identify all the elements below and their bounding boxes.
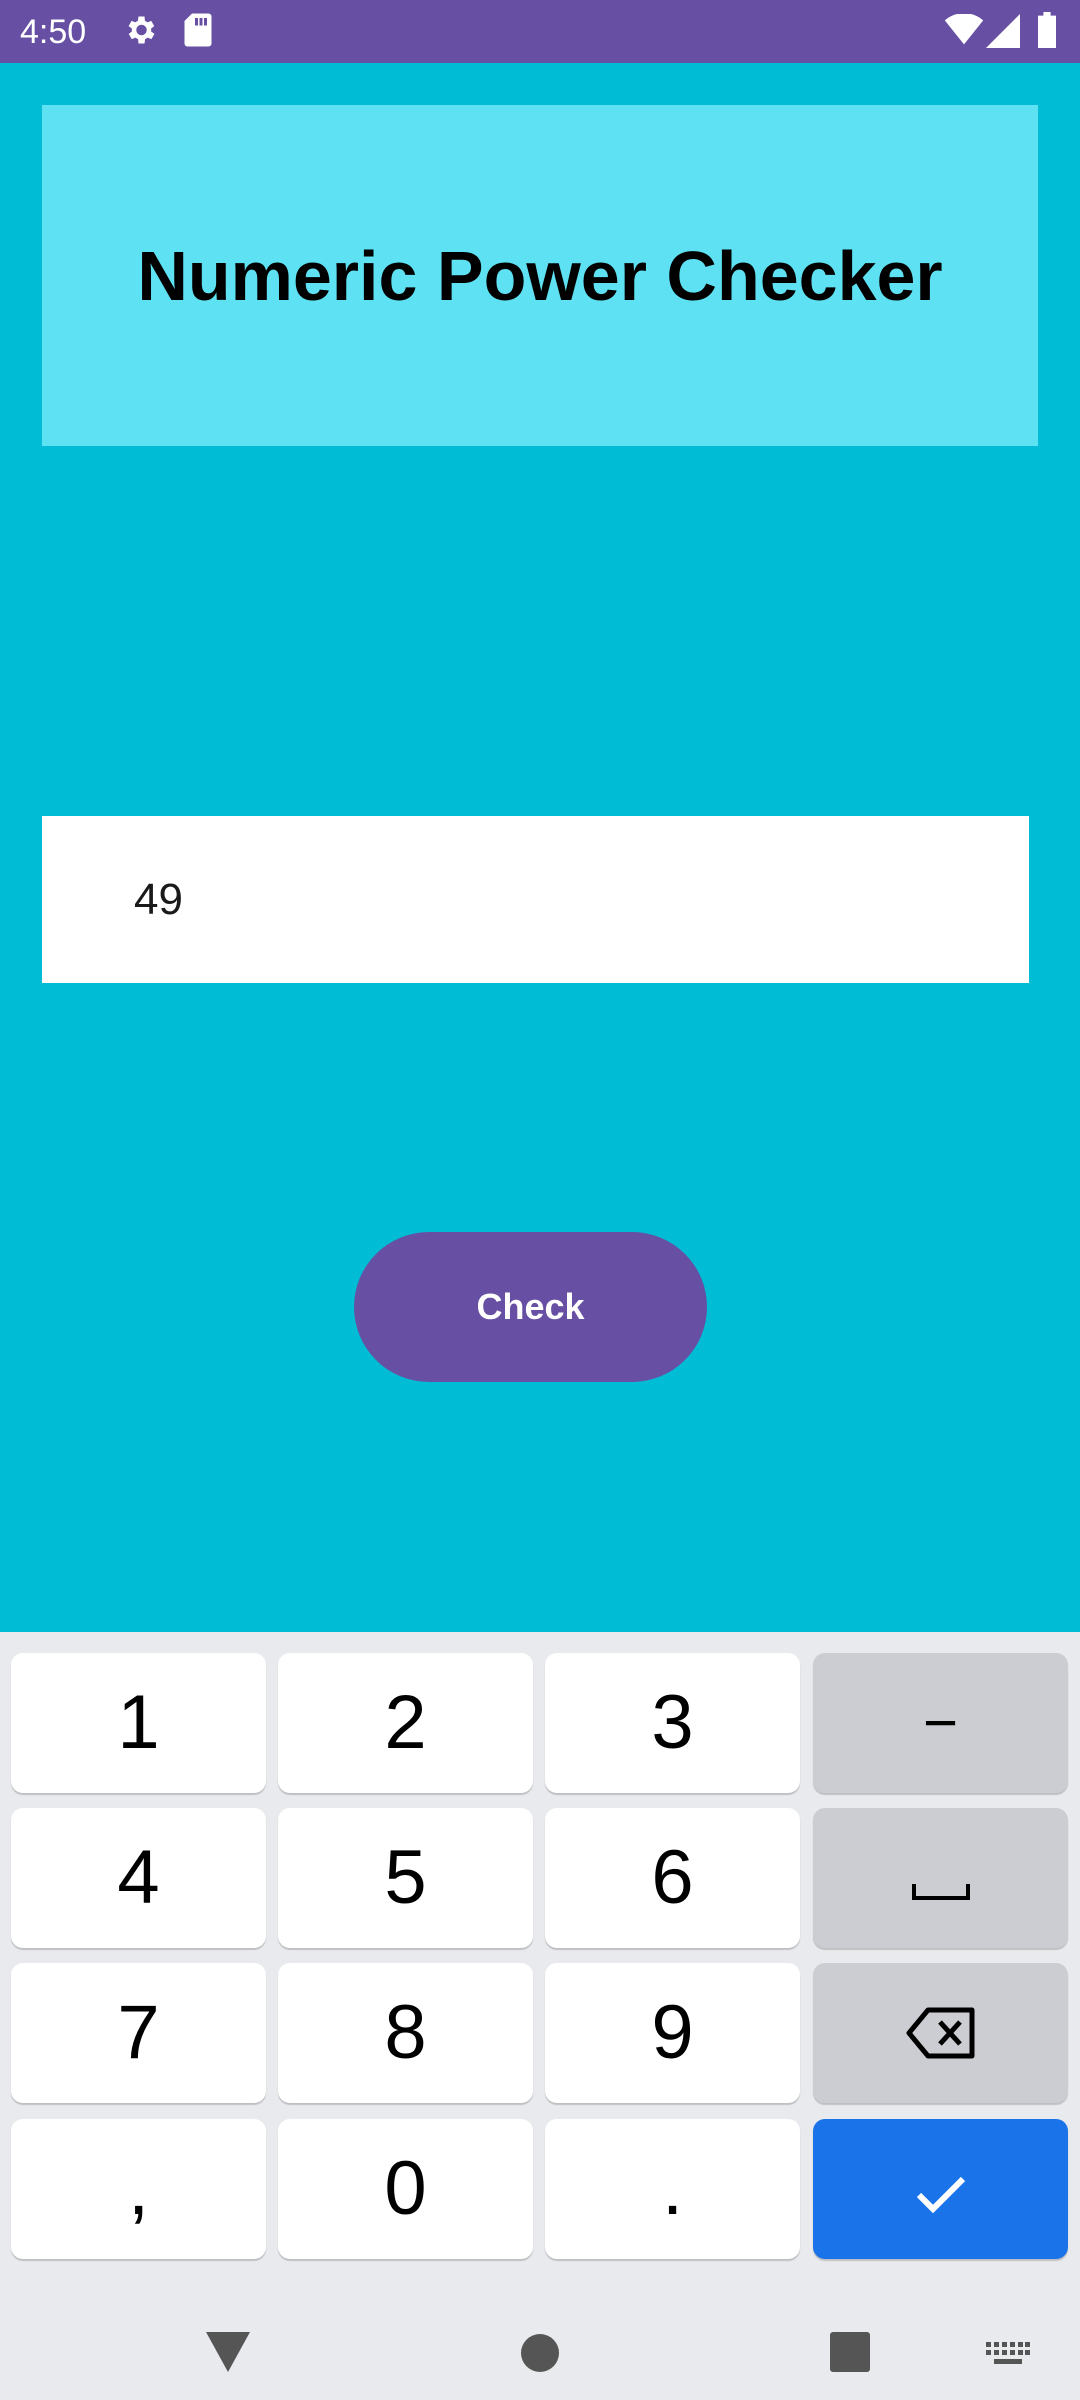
recents-icon[interactable] — [830, 2332, 870, 2377]
check-button[interactable]: Check — [354, 1232, 707, 1382]
page-title: Numeric Power Checker — [137, 236, 943, 315]
key-0[interactable]: 0 — [278, 2119, 533, 2259]
wifi-icon — [944, 14, 984, 46]
sd-card-icon — [182, 12, 214, 48]
numeric-keyboard: 1 2 3 − 4 5 6 7 8 9 , 0 . — [0, 1632, 1080, 2400]
key-3-label: 3 — [651, 1680, 694, 1765]
key-1[interactable]: 1 — [11, 1653, 266, 1793]
key-1-label: 1 — [117, 1680, 160, 1765]
signal-icon — [986, 14, 1020, 48]
key-8[interactable]: 8 — [278, 1963, 533, 2103]
key-enter[interactable] — [813, 2119, 1068, 2259]
gear-icon — [122, 12, 158, 48]
key-5-label: 5 — [384, 1835, 427, 1920]
backspace-icon — [906, 1990, 976, 2077]
key-4[interactable]: 4 — [11, 1808, 266, 1948]
key-minus-label: − — [922, 1689, 959, 1756]
key-7-label: 7 — [117, 1990, 160, 2075]
status-time: 4:50 — [20, 13, 87, 51]
title-card: Numeric Power Checker — [42, 105, 1038, 446]
key-0-label: 0 — [384, 2146, 427, 2231]
space-icon — [911, 1835, 971, 1922]
back-icon[interactable] — [206, 2332, 250, 2377]
key-9-label: 9 — [651, 1990, 694, 2075]
battery-icon — [1036, 12, 1058, 48]
key-2[interactable]: 2 — [278, 1653, 533, 1793]
checkmark-icon — [915, 2146, 967, 2233]
key-dot-label: . — [661, 2146, 684, 2231]
key-dot[interactable]: . — [545, 2119, 800, 2259]
key-6[interactable]: 6 — [545, 1808, 800, 1948]
home-icon[interactable] — [520, 2333, 560, 2378]
key-space[interactable] — [813, 1808, 1068, 1948]
key-7[interactable]: 7 — [11, 1963, 266, 2103]
status-bar: 4:50 — [0, 0, 1080, 63]
key-backspace[interactable] — [813, 1963, 1068, 2103]
key-9[interactable]: 9 — [545, 1963, 800, 2103]
keyboard-switch-icon[interactable] — [986, 2342, 1030, 2371]
key-6-label: 6 — [651, 1835, 694, 1920]
key-comma-label: , — [127, 2146, 150, 2231]
key-3[interactable]: 3 — [545, 1653, 800, 1793]
key-minus[interactable]: − — [813, 1653, 1068, 1793]
key-4-label: 4 — [117, 1835, 160, 1920]
number-input-container[interactable] — [42, 816, 1029, 983]
number-input[interactable] — [134, 872, 934, 928]
key-5[interactable]: 5 — [278, 1808, 533, 1948]
key-comma[interactable]: , — [11, 2119, 266, 2259]
key-8-label: 8 — [384, 1990, 427, 2075]
key-2-label: 2 — [384, 1680, 427, 1765]
